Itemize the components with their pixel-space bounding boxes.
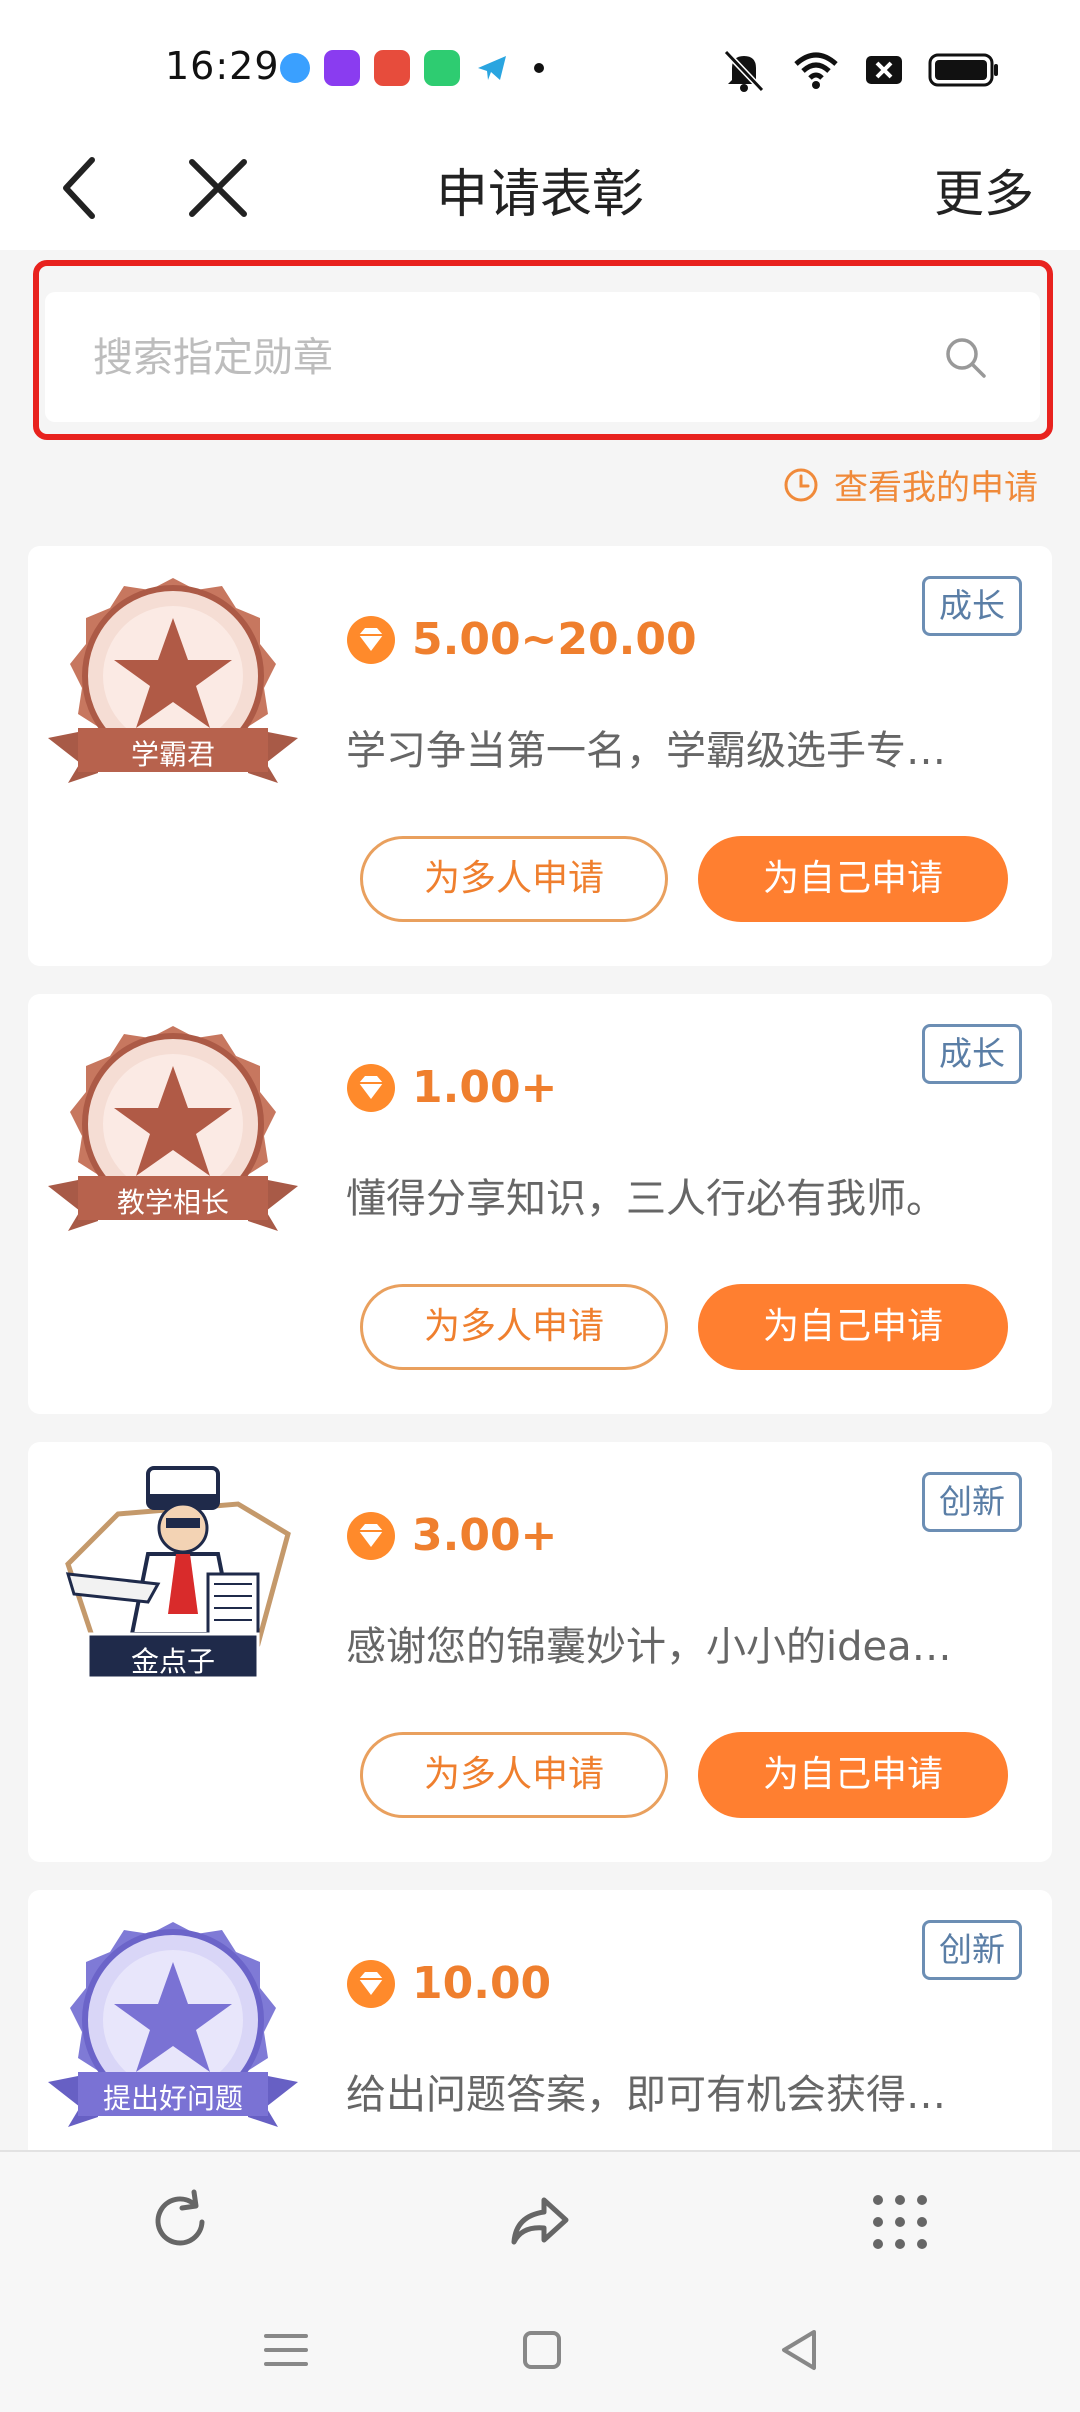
grid-menu-icon[interactable] <box>864 2186 936 2258</box>
medal-card[interactable]: 教学相长 1.00+ 懂得分享知识，三人行必有我师。 成长 为多人申请 为自己申… <box>28 994 1052 1414</box>
page-title: 申请表彰 <box>435 165 644 225</box>
bottom-toolbar <box>0 2150 1080 2290</box>
mute-icon <box>723 49 765 92</box>
medal-name: 提出好问题 <box>102 2082 243 2115</box>
app-icon-blue <box>280 53 310 83</box>
share-icon[interactable] <box>504 2186 576 2258</box>
medal-description: 学习争当第一名，学霸级选手专… <box>346 728 946 774</box>
wifi-icon <box>794 52 838 89</box>
status-time: 16:29 <box>165 44 280 88</box>
status-app-icons <box>280 50 544 86</box>
sim-icon <box>866 56 902 84</box>
notification-dot <box>534 63 544 73</box>
medal-name: 教学相长 <box>116 1186 229 1219</box>
view-my-applications-label: 查看我的申请 <box>834 468 1038 508</box>
clock-icon <box>784 468 818 501</box>
diamond-coin-icon <box>347 1959 395 2008</box>
more-button[interactable]: 更多 <box>934 154 1034 226</box>
medal-badge: 提出好问题 <box>38 1912 308 2142</box>
search-input[interactable] <box>93 328 913 388</box>
status-indicators <box>720 48 1000 92</box>
price-row: 5.00~20.00 <box>346 614 697 665</box>
price-row: 1.00+ <box>346 1062 557 1113</box>
reward-value: 3.00+ <box>412 1510 558 1561</box>
medal-name: 学霸君 <box>130 738 215 771</box>
menu-icon[interactable] <box>256 2320 316 2380</box>
apply-for-self-button[interactable]: 为自己申请 <box>698 1284 1008 1370</box>
system-nav-bar <box>0 2290 1080 2412</box>
app-icon-purple <box>324 50 360 86</box>
category-tag: 创新 <box>922 1472 1022 1532</box>
search-box[interactable] <box>45 292 1040 422</box>
diamond-coin-icon <box>347 615 395 664</box>
home-icon[interactable] <box>512 2320 572 2380</box>
header: 申请表彰 更多 <box>0 130 1080 250</box>
status-bar: 16:29 <box>0 0 1080 130</box>
price-row: 10.00 <box>346 1958 551 2009</box>
back-triangle-icon[interactable] <box>770 2320 830 2380</box>
app-icon-red <box>374 50 410 86</box>
medal-description: 懂得分享知识，三人行必有我师。 <box>346 1176 946 1222</box>
price-row: 3.00+ <box>346 1510 557 1561</box>
medal-description: 给出问题答案，即可有机会获得… <box>346 2072 946 2118</box>
medal-card[interactable]: 学霸君 5.00~20.00 学习争当第一名，学霸级选手专… 成长 为多人申请 … <box>28 546 1052 966</box>
medal-card[interactable]: 金点子 3.00+ 感谢您的锦囊妙计，小小的idea… 创新 为多人申请 为自己… <box>28 1442 1052 1862</box>
app-icon-telegram <box>478 56 506 80</box>
reward-value: 1.00+ <box>412 1062 558 1113</box>
diamond-coin-icon <box>347 1063 395 1112</box>
battery-icon <box>928 53 998 87</box>
screen: 16:29 申请表彰 更多 搜索指定勋章 查看我的申请 学霸君 5.00~20.… <box>0 0 1080 2412</box>
medal-name: 金点子 <box>130 1645 215 1678</box>
view-my-applications-link[interactable]: 查看我的申请 <box>782 460 1038 509</box>
reward-value: 10.00 <box>412 1958 552 2009</box>
apply-for-self-button[interactable]: 为自己申请 <box>698 1732 1008 1818</box>
diamond-coin-icon <box>347 1511 395 1560</box>
search-icon[interactable] <box>942 334 990 382</box>
medal-badge: 学霸君 <box>38 568 308 798</box>
apply-for-self-button[interactable]: 为自己申请 <box>698 836 1008 922</box>
medal-badge: 金点子 <box>38 1464 308 1694</box>
apply-for-multiple-button[interactable]: 为多人申请 <box>360 836 668 922</box>
category-tag: 创新 <box>922 1920 1022 1980</box>
medal-badge: 教学相长 <box>38 1016 308 1246</box>
app-icon-green <box>424 50 460 86</box>
medal-description: 感谢您的锦囊妙计，小小的idea… <box>346 1624 952 1670</box>
category-tag: 成长 <box>922 576 1022 636</box>
apply-for-multiple-button[interactable]: 为多人申请 <box>360 1732 668 1818</box>
apply-for-multiple-button[interactable]: 为多人申请 <box>360 1284 668 1370</box>
refresh-icon[interactable] <box>144 2186 216 2258</box>
reward-value: 5.00~20.00 <box>412 614 697 665</box>
category-tag: 成长 <box>922 1024 1022 1084</box>
